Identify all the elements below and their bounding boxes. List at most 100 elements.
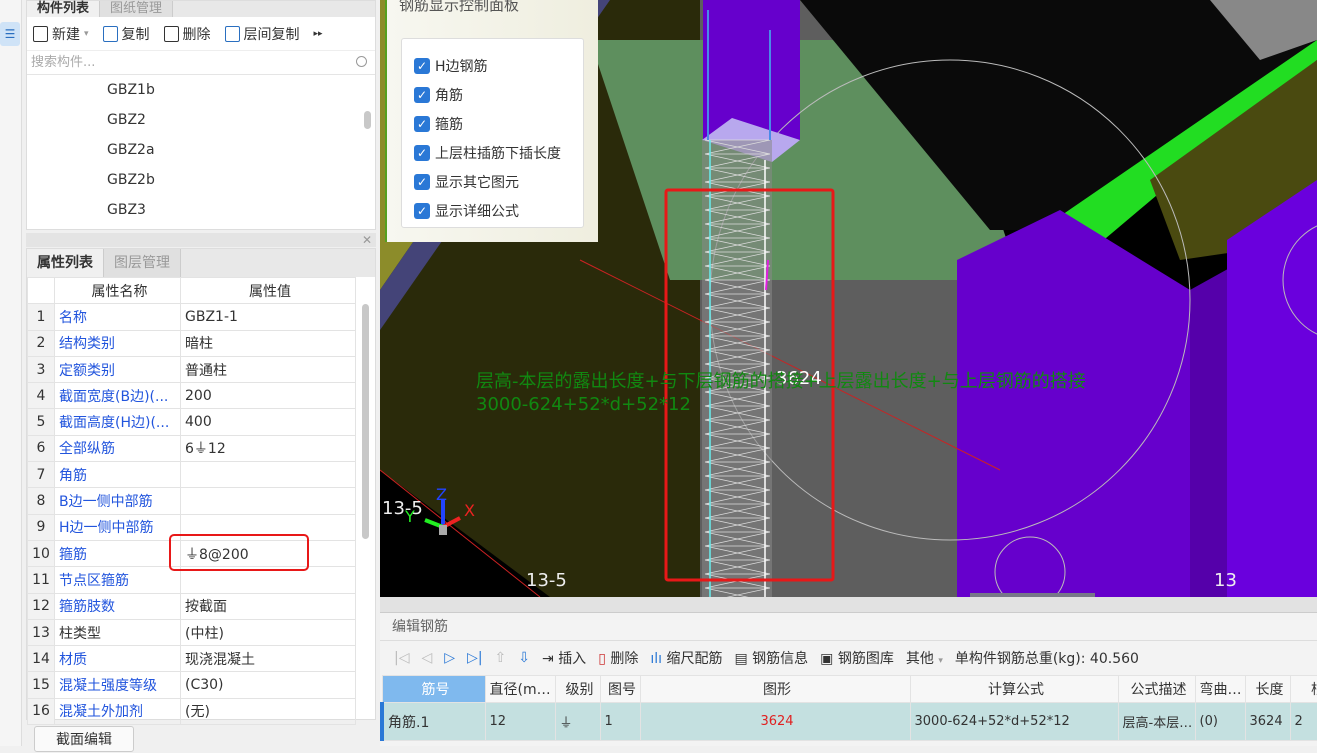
tab-component-list[interactable]: 构件列表	[27, 1, 101, 17]
scrollbar[interactable]	[364, 111, 371, 129]
table-row[interactable]: 2 结构类别 暗柱	[27, 329, 356, 357]
close-icon[interactable]: ✕	[362, 233, 372, 247]
column-header[interactable]: 公式描述	[1117, 675, 1196, 703]
column-header[interactable]: 弯曲调整	[1194, 675, 1246, 703]
property-value[interactable]: 6⏚12	[180, 434, 356, 463]
list-view-icon[interactable]: ☰	[0, 22, 20, 46]
property-value[interactable]: GBZ1-1	[180, 303, 356, 331]
delete-button[interactable]: ▯ 删除	[598, 648, 638, 668]
table-row[interactable]: 角筋.112⏚136243000-624+52*d+52*12层高-本层的露出.…	[380, 702, 1317, 741]
table-row[interactable]: 14 材质 现浇混凝土	[27, 645, 356, 673]
table-row[interactable]: 3 定额类别 普通柱	[27, 355, 356, 384]
move-up-icon[interactable]: ⇧	[495, 650, 507, 666]
list-item[interactable]: GBZ1b	[27, 75, 375, 105]
checkbox-checked-icon[interactable]: ✓	[414, 115, 430, 132]
table-row[interactable]: 1 名称 GBZ1-1	[27, 303, 356, 331]
move-down-icon[interactable]: ⇩	[518, 650, 530, 666]
list-item[interactable]: GBZ2b	[27, 165, 375, 195]
checkbox-checked-icon[interactable]: ✓	[414, 144, 430, 161]
checkbox-checked-icon[interactable]: ✓	[414, 86, 430, 103]
checkbox-option[interactable]: ✓ 角筋	[402, 80, 583, 109]
property-value[interactable]: 暗柱	[180, 329, 356, 357]
property-value[interactable]: 200	[180, 382, 356, 410]
scrollbar[interactable]	[362, 304, 369, 539]
tab-property-list[interactable]: 属性列表	[27, 249, 104, 277]
checkbox-option[interactable]: ✓ 显示其它图元	[402, 167, 583, 196]
first-record-icon[interactable]: |◁	[394, 650, 409, 666]
table-row[interactable]: 13 柱类型 (中柱)	[27, 618, 356, 647]
property-value[interactable]: 现浇混凝土	[180, 645, 356, 673]
property-value[interactable]: (无)	[180, 697, 356, 726]
trash-icon	[163, 25, 179, 42]
left-toolstrip: ☰	[0, 0, 22, 746]
property-name: 混凝土外加剂	[54, 697, 181, 726]
property-value[interactable]	[180, 461, 356, 489]
list-item[interactable]: GBZ2a	[27, 135, 375, 165]
cell-len[interactable]: 3624	[1244, 702, 1291, 741]
new-button[interactable]: 新建 ▾	[33, 24, 89, 44]
scale-rebar-button[interactable]: ılı 缩尺配筋	[650, 648, 722, 668]
cell-fig[interactable]: 1	[599, 702, 641, 741]
cell-shape[interactable]: 3624	[639, 702, 911, 741]
table-row[interactable]: 16 混凝土外加剂 (无)	[27, 697, 356, 726]
table-row[interactable]: 5 截面高度(H边)(... 400	[27, 408, 356, 436]
column-header[interactable]: 根	[1289, 675, 1317, 703]
section-edit-button[interactable]: 截面编辑	[34, 726, 134, 752]
checkbox-checked-icon[interactable]: ✓	[414, 57, 430, 74]
checkbox-option[interactable]: ✓ 上层柱插筋下插长度	[402, 138, 583, 167]
cell-name[interactable]: 角筋.1	[380, 702, 486, 741]
table-row[interactable]: 8 B边一侧中部筋	[27, 487, 356, 515]
checkbox-option[interactable]: ✓ 显示详细公式	[402, 196, 583, 225]
checkbox-checked-icon[interactable]: ✓	[414, 173, 430, 190]
panel-splitter[interactable]: ✕	[26, 233, 376, 247]
checkbox-option[interactable]: ✓ H边钢筋	[402, 51, 583, 80]
cell-desc[interactable]: 层高-本层的露出...	[1117, 702, 1196, 741]
search-input[interactable]: 搜索构件...	[27, 51, 375, 75]
cell-dia[interactable]: 12	[484, 702, 556, 741]
last-record-icon[interactable]: ▷|	[467, 650, 482, 666]
row-number: 9	[27, 513, 55, 541]
property-value[interactable]	[180, 487, 356, 515]
property-value[interactable]: (C30)	[180, 671, 356, 699]
rebar-info-button[interactable]: ▤ 钢筋信息	[734, 648, 808, 668]
property-value[interactable]: 普通柱	[180, 355, 356, 384]
other-dropdown[interactable]: 其他 ▾	[906, 648, 943, 668]
column-header[interactable]: 直径(mm)	[484, 675, 556, 703]
tab-drawing-management[interactable]: 图纸管理	[100, 1, 174, 17]
column-header[interactable]: 图号	[599, 675, 641, 703]
table-row[interactable]: 12 箍筋肢数 按截面	[27, 592, 356, 620]
column-header[interactable]: 图形	[639, 675, 911, 703]
table-row[interactable]: 4 截面宽度(B边)(... 200	[27, 382, 356, 410]
cell-formula[interactable]: 3000-624+52*d+52*12	[909, 702, 1119, 741]
table-row[interactable]: 6 全部纵筋 6⏚12	[27, 434, 356, 463]
column-header[interactable]: 级别	[554, 675, 601, 703]
cell-bend[interactable]: (0)	[1194, 702, 1246, 741]
next-record-icon[interactable]: ▷	[444, 650, 455, 666]
row-number: 2	[27, 329, 55, 357]
floor-copy-button[interactable]: 层间复制	[224, 24, 300, 44]
prev-record-icon[interactable]: ◁	[421, 650, 432, 666]
list-item[interactable]: GBZ3	[27, 195, 375, 225]
more-icon[interactable]: ▸▸	[314, 29, 323, 39]
table-row[interactable]: 7 角筋	[27, 461, 356, 489]
checkbox-option[interactable]: ✓ 箍筋	[402, 109, 583, 138]
search-icon	[356, 56, 367, 67]
cell-grade[interactable]: ⏚	[554, 702, 601, 741]
column-header[interactable]: 计算公式	[909, 675, 1119, 703]
copy-button[interactable]: 复制	[102, 24, 150, 44]
rebar-library-button[interactable]: ▣ 钢筋图库	[820, 648, 894, 668]
insert-button[interactable]: ⇥ 插入	[542, 648, 586, 668]
table-row[interactable]: 15 混凝土强度等级 (C30)	[27, 671, 356, 699]
column-header[interactable]: 筋号	[381, 675, 486, 703]
cell-count[interactable]: 2	[1289, 702, 1317, 741]
property-value[interactable]: 按截面	[180, 592, 356, 620]
property-name: H边一侧中部筋	[54, 513, 181, 541]
column-header[interactable]: 长度	[1244, 675, 1291, 703]
row-number: 7	[27, 461, 55, 489]
property-value[interactable]: (中柱)	[180, 618, 356, 647]
checkbox-checked-icon[interactable]: ✓	[414, 202, 430, 219]
delete-button[interactable]: 删除	[163, 24, 211, 44]
list-item[interactable]: GBZ2	[27, 105, 375, 135]
property-value[interactable]: 400	[180, 408, 356, 436]
tab-layer-management[interactable]: 图层管理	[104, 249, 181, 277]
